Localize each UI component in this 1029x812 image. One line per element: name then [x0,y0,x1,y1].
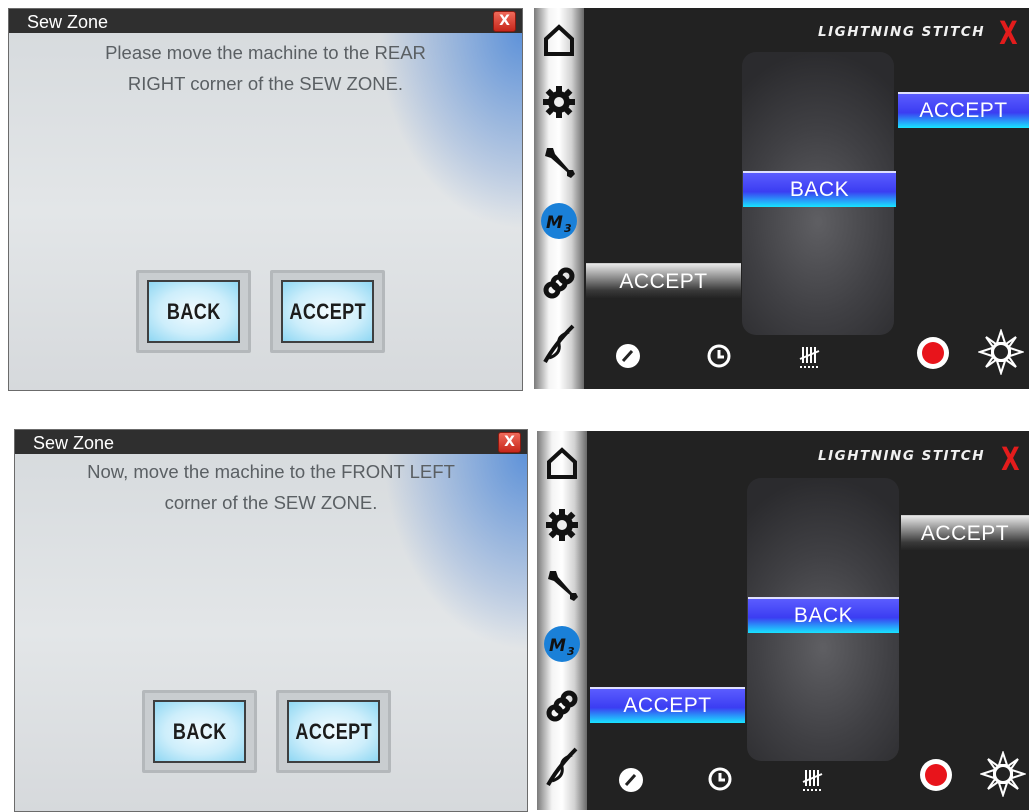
dialog-titlebar: Sew Zone X [15,430,527,454]
back-button-label: BACK [172,718,227,744]
dialog-content: Please move the machine to the REAR RIGH… [9,33,522,390]
message-line: corner of the SEW ZONE. [164,492,378,513]
dialog-title: Sew Zone [33,433,115,453]
stitch-counter-icon[interactable] [799,765,827,793]
record-icon[interactable] [915,335,951,371]
accept-button-right[interactable]: ACCEPT [898,92,1029,128]
accept-button-label: ACCEPT [289,298,366,324]
chain-link-icon[interactable] [539,263,579,303]
accept-button-left[interactable]: ACCEPT [586,263,741,299]
accept-button-left[interactable]: ACCEPT [590,687,745,723]
wrench-icon[interactable] [539,142,579,182]
back-button[interactable]: BACK [142,690,257,773]
back-button[interactable]: BACK [743,171,896,207]
sidebar: M3 [537,431,587,810]
close-icon[interactable]: X [498,432,521,453]
home-icon[interactable] [539,20,579,60]
back-button[interactable]: BACK [136,270,251,353]
clock-icon[interactable] [706,765,734,793]
back-button-label: BACK [166,298,221,324]
home-icon[interactable] [542,443,582,483]
brand-title: LIGHTNING STITCH [818,448,985,464]
dialog-content: Now, move the machine to the FRONT LEFT … [15,454,527,811]
speedometer-icon[interactable] [614,342,642,370]
svg-text:3: 3 [564,222,572,235]
accept-button[interactable]: ACCEPT [270,270,385,353]
svg-text:M: M [549,636,566,656]
clock-icon[interactable] [705,342,733,370]
close-icon[interactable]: X [493,11,516,32]
machine-panel-2: M3 LIGHTNING STITCH X ACCEPT BACK ACCEPT [537,431,1029,810]
close-icon[interactable]: X [1001,443,1020,475]
message-line: RIGHT corner of the SEW ZONE. [127,73,404,94]
svg-text:3: 3 [567,645,575,658]
dialog-title: Sew Zone [27,12,109,32]
needle-thread-icon[interactable] [542,747,582,787]
brightness-icon[interactable] [977,328,1025,376]
accept-button[interactable]: ACCEPT [276,690,391,773]
message-line: Now, move the machine to the FRONT LEFT [87,461,455,482]
needle-thread-icon[interactable] [539,324,579,364]
chain-link-icon[interactable] [542,686,582,726]
svg-text:M: M [546,213,563,233]
accept-button-right[interactable]: ACCEPT [901,515,1029,551]
speedometer-icon[interactable] [617,766,645,794]
record-icon[interactable] [918,757,954,793]
accept-button-label: ACCEPT [295,718,372,744]
dialog-message: Please move the machine to the REAR RIGH… [9,37,522,99]
m3-logo-icon[interactable]: M3 [542,624,582,664]
dialog-message: Now, move the machine to the FRONT LEFT … [15,456,527,518]
sew-zone-dialog-1: Sew Zone X Please move the machine to th… [8,8,523,391]
dialog-titlebar: Sew Zone X [9,9,522,33]
brand-title: LIGHTNING STITCH [818,24,985,40]
close-icon[interactable]: X [999,17,1018,49]
m3-logo-icon[interactable]: M3 [539,201,579,241]
message-line: Please move the machine to the REAR [105,42,426,63]
brightness-icon[interactable] [979,750,1027,798]
gear-icon[interactable] [539,82,579,122]
wrench-icon[interactable] [542,565,582,605]
sidebar: M3 [534,8,584,389]
machine-panel-1: M3 LIGHTNING STITCH X ACCEPT BACK ACCEPT [534,8,1029,389]
sew-zone-dialog-2: Sew Zone X Now, move the machine to the … [14,429,528,812]
back-button[interactable]: BACK [748,597,899,633]
gear-icon[interactable] [542,505,582,545]
stitch-counter-icon[interactable] [796,342,824,370]
